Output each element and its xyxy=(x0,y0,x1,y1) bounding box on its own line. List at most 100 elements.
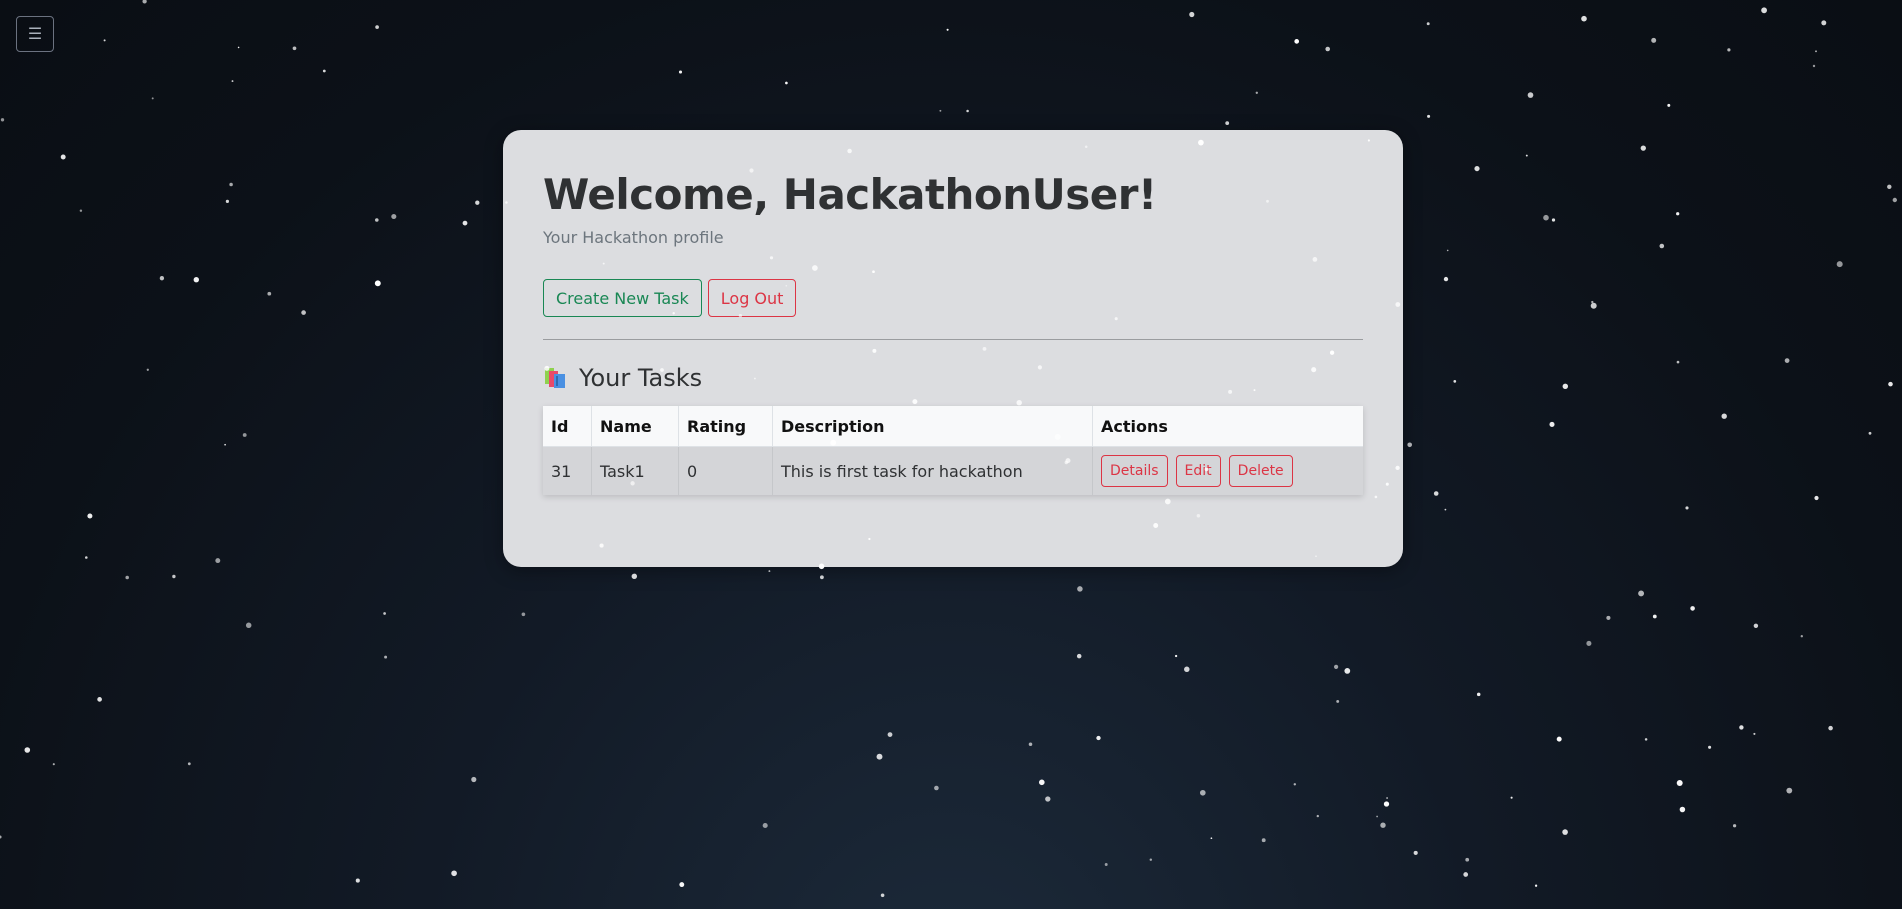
star xyxy=(934,785,939,791)
star xyxy=(1562,383,1569,390)
star xyxy=(1812,64,1816,68)
task-rating: 0 xyxy=(678,446,773,496)
star xyxy=(1336,699,1340,703)
star xyxy=(1316,814,1319,818)
task-name: Task1 xyxy=(591,446,679,496)
star xyxy=(768,570,771,573)
task-description: This is first task for hackathon xyxy=(772,446,1093,496)
star xyxy=(1739,725,1744,730)
star xyxy=(1344,668,1351,674)
star xyxy=(1045,796,1051,802)
star xyxy=(1786,787,1793,794)
star xyxy=(1446,249,1449,252)
star xyxy=(1821,20,1827,26)
star xyxy=(383,612,386,615)
star xyxy=(384,655,388,659)
divider xyxy=(543,339,1363,341)
star xyxy=(1189,11,1195,18)
star xyxy=(1443,276,1449,282)
star xyxy=(819,575,824,580)
menu-toggle-button[interactable]: ☰ xyxy=(16,16,54,52)
star xyxy=(215,558,221,564)
star xyxy=(1028,742,1033,747)
star xyxy=(1386,797,1389,799)
star xyxy=(1892,197,1897,203)
action-button-row: Create New Task Log Out xyxy=(543,279,1363,318)
star xyxy=(1640,145,1646,151)
star xyxy=(1551,218,1556,222)
star xyxy=(24,747,31,753)
create-task-button[interactable]: Create New Task xyxy=(543,279,702,318)
star xyxy=(1463,872,1469,877)
star xyxy=(1590,302,1597,309)
star xyxy=(1527,92,1534,98)
star xyxy=(678,70,683,74)
star xyxy=(229,182,233,187)
star xyxy=(301,310,306,315)
star xyxy=(0,835,2,839)
edit-button[interactable]: Edit xyxy=(1175,455,1221,488)
star xyxy=(52,763,55,766)
star xyxy=(193,277,199,283)
star xyxy=(85,556,88,559)
star xyxy=(97,697,102,702)
star xyxy=(1659,243,1665,249)
star xyxy=(939,109,942,112)
star xyxy=(966,109,969,113)
star xyxy=(1184,666,1190,673)
tasks-heading: Your Tasks xyxy=(543,364,1363,392)
star xyxy=(1077,586,1083,592)
star xyxy=(1376,815,1378,818)
star xyxy=(1800,635,1803,638)
star xyxy=(946,28,949,31)
star xyxy=(1652,614,1657,619)
star xyxy=(125,575,129,580)
star xyxy=(159,276,165,281)
page-title: Welcome, HackathonUser! xyxy=(543,170,1157,219)
star xyxy=(1427,114,1431,118)
star xyxy=(471,776,477,783)
star xyxy=(1708,745,1712,749)
star xyxy=(1761,7,1767,14)
star xyxy=(355,878,360,883)
star xyxy=(1199,789,1206,796)
star xyxy=(1562,829,1568,835)
star xyxy=(292,46,297,51)
books-icon xyxy=(545,368,565,389)
star xyxy=(521,612,526,617)
task-actions: Details Edit Delete xyxy=(1092,446,1363,496)
star xyxy=(245,622,252,629)
star xyxy=(1685,506,1689,510)
star xyxy=(679,882,685,888)
star xyxy=(1210,837,1213,840)
column-header-rating: Rating xyxy=(678,406,773,448)
star xyxy=(1038,779,1045,786)
details-button[interactable]: Details xyxy=(1101,455,1168,488)
hamburger-icon: ☰ xyxy=(27,26,43,43)
star xyxy=(1510,796,1513,799)
star xyxy=(1556,736,1562,742)
tasks-table: Id Name Rating Description Actions 31 Ta… xyxy=(543,406,1363,496)
table-row: 31 Task1 0 This is first task for hackat… xyxy=(543,446,1363,496)
star xyxy=(103,39,106,42)
star xyxy=(1676,212,1680,216)
star xyxy=(1465,857,1470,862)
star xyxy=(876,753,883,760)
star xyxy=(1453,380,1457,383)
delete-button[interactable]: Delete xyxy=(1228,455,1293,488)
star xyxy=(225,199,229,203)
star xyxy=(1727,48,1731,52)
star xyxy=(880,893,885,898)
star xyxy=(1815,50,1817,53)
star xyxy=(267,291,272,296)
star xyxy=(1828,725,1833,731)
star xyxy=(1753,623,1759,629)
page-subtitle: Your Hackathon profile xyxy=(543,228,724,248)
log-out-button[interactable]: Log Out xyxy=(707,279,797,318)
star xyxy=(87,513,93,519)
star xyxy=(0,118,5,122)
star xyxy=(451,870,457,877)
star xyxy=(1651,37,1657,43)
star xyxy=(1104,863,1108,866)
star xyxy=(1836,261,1843,268)
